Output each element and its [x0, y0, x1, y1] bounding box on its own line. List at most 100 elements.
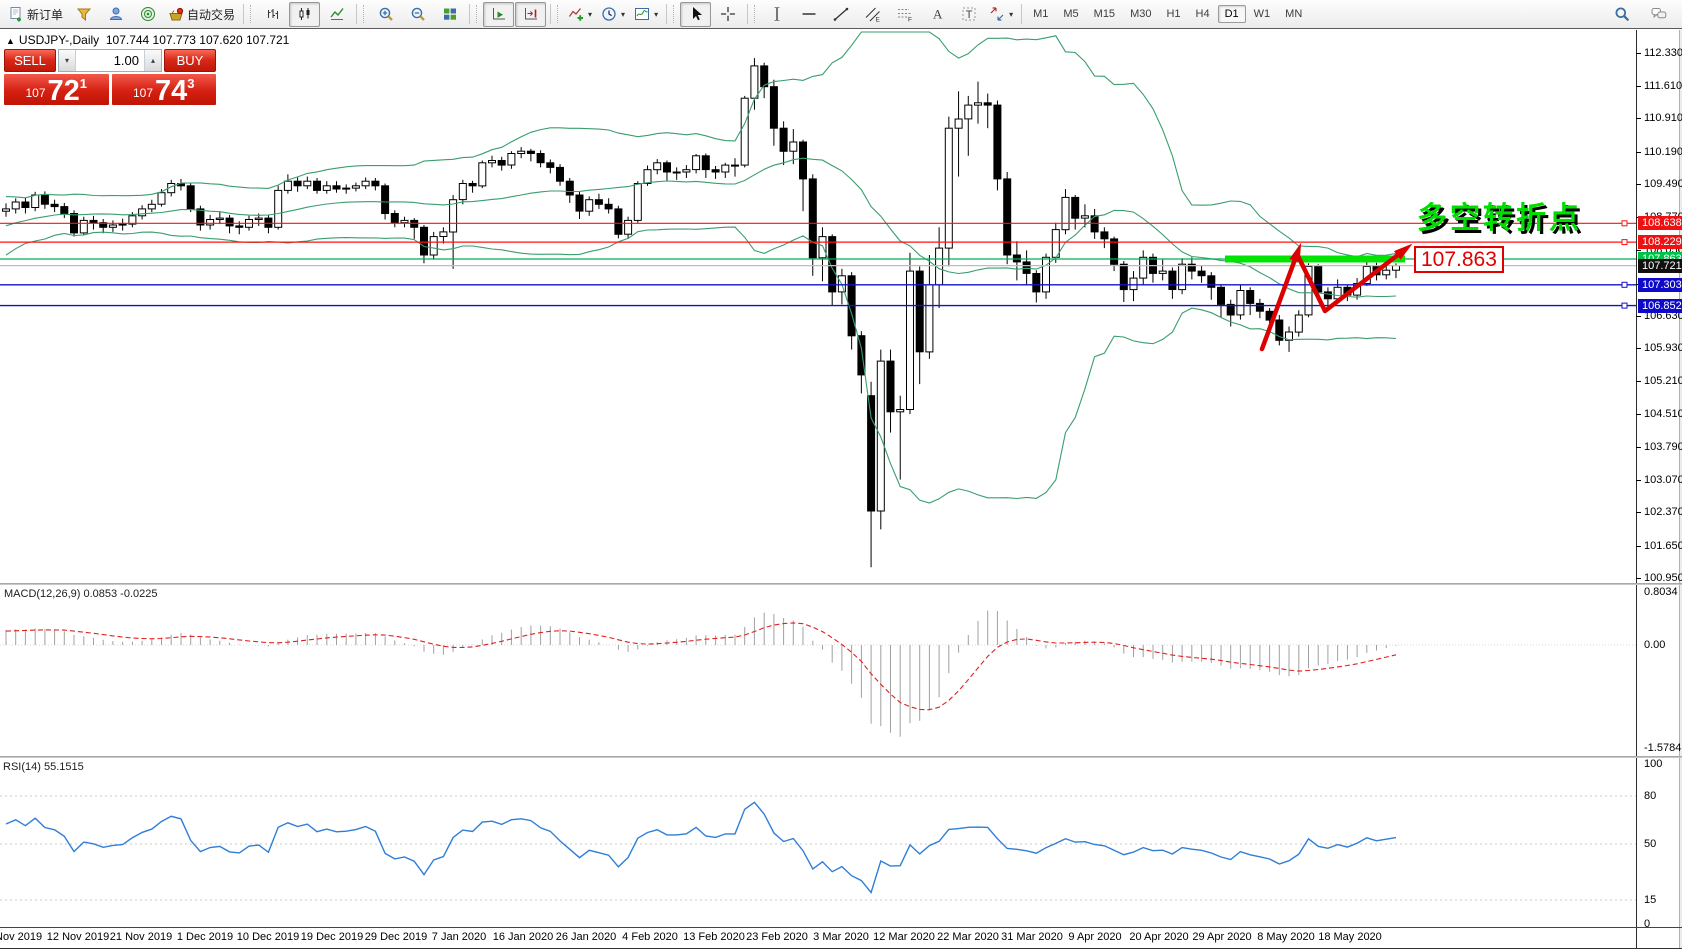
line-chart-icon [329, 6, 345, 22]
chevron-down-icon[interactable]: ▾ [621, 10, 625, 19]
trendline-button[interactable] [825, 2, 856, 27]
volume-increase-button[interactable]: ▴ [144, 50, 161, 71]
auto-trading-button[interactable]: 自动交易 [164, 2, 239, 27]
panel-splitter[interactable] [0, 583, 1682, 585]
arrows-icon [989, 6, 1005, 22]
timeframe-w1-button[interactable]: W1 [1247, 5, 1278, 23]
chart-shift-button[interactable] [515, 2, 546, 27]
price-tick-mark [1636, 53, 1641, 54]
chat-button[interactable] [1643, 2, 1674, 27]
date-tick-label: 21 Nov 2019 [110, 931, 172, 943]
line-chart-button[interactable] [321, 2, 352, 27]
tile-windows-button[interactable] [434, 2, 465, 27]
toolbar-separator [747, 4, 748, 24]
date-tick-label: 26 Jan 2020 [556, 931, 617, 943]
templates-button[interactable]: ▾ [630, 2, 662, 27]
price-tick-label: 102.370 [1644, 506, 1682, 518]
macd-panel-canvas[interactable] [0, 585, 1636, 756]
volume-value[interactable]: 1.00 [76, 50, 144, 71]
auto-trading-button-label: 自动交易 [187, 6, 235, 23]
clock-icon [601, 6, 617, 22]
price-tick-mark [1636, 480, 1641, 481]
basket-icon [168, 6, 184, 22]
sell-price-tile[interactable]: 107 72 1 [4, 74, 109, 105]
profile-button[interactable] [100, 2, 131, 27]
price-level-tag: 108.638 [1638, 216, 1682, 230]
date-tick-label: 29 Dec 2019 [365, 931, 427, 943]
news-button[interactable] [132, 2, 163, 27]
fibonacci-button[interactable]: F [889, 2, 920, 27]
label-button[interactable]: T [953, 2, 984, 27]
one-click-trading-panel: SELL ▾ 1.00 ▴ BUY 107 72 1 107 74 3 [4, 49, 216, 105]
chevron-down-icon[interactable]: ▾ [1009, 10, 1013, 19]
zoom-in-button[interactable] [370, 2, 401, 27]
price-chart-canvas[interactable] [0, 30, 1636, 583]
date-tick-label: 1 Dec 2019 [177, 931, 233, 943]
main-toolbar: 新订单 自动交易 ▾ ▾ ▾ E FA T ▾ M1M5M15M30H1H4D1W1MN [0, 0, 1682, 29]
cursor-button[interactable] [680, 2, 711, 27]
rsi-panel-canvas[interactable] [0, 758, 1636, 926]
text-a-icon: A [929, 6, 945, 22]
price-axis-line [1636, 30, 1637, 948]
timeframe-m15-button[interactable]: M15 [1087, 5, 1122, 23]
timeframe-mn-button[interactable]: MN [1278, 5, 1309, 23]
toolbar-separator [550, 4, 551, 24]
crosshair-button[interactable] [712, 2, 743, 27]
buy-button[interactable]: BUY [164, 49, 216, 72]
channel-button[interactable]: E [857, 2, 888, 27]
price-tick-label: 105.930 [1644, 342, 1682, 354]
alert-button[interactable] [68, 2, 99, 27]
timeframe-m1-button[interactable]: M1 [1026, 5, 1055, 23]
price-tick-label: 103.790 [1644, 441, 1682, 453]
time-axis-line [0, 927, 1682, 928]
toolbar-separator [356, 4, 357, 24]
toolbar-separator [243, 4, 244, 24]
macd-tick-label: -1.5784 [1644, 742, 1681, 754]
periods-button[interactable]: ▾ [597, 2, 629, 27]
timeframe-h4-button[interactable]: H4 [1189, 5, 1217, 23]
toolbar-grip [673, 5, 677, 23]
arrows-button[interactable]: ▾ [985, 2, 1017, 27]
bar-chart-button[interactable] [257, 2, 288, 27]
toolbar-grip [476, 5, 480, 23]
timeframe-m30-button[interactable]: M30 [1123, 5, 1158, 23]
panel-splitter[interactable] [0, 756, 1682, 758]
sell-button[interactable]: SELL [4, 49, 56, 72]
bars-icon [265, 6, 281, 22]
price-level-tag: 107.303 [1638, 278, 1682, 292]
vline-button[interactable] [761, 2, 792, 27]
price-tick-mark [1636, 316, 1641, 317]
price-level-tag: 108.229 [1638, 235, 1682, 249]
search-button[interactable] [1606, 2, 1637, 27]
trend-turning-point-annotation[interactable]: 多空转折点 [1417, 193, 1582, 237]
date-tick-label: 23 Feb 2020 [746, 931, 808, 943]
zoom-out-button[interactable] [402, 2, 433, 27]
timeframe-m5-button[interactable]: M5 [1056, 5, 1085, 23]
new-order-button[interactable]: 新订单 [4, 2, 67, 27]
price-tick-mark [1636, 414, 1641, 415]
svg-text:A: A [933, 7, 943, 22]
indicators-button[interactable]: ▾ [564, 2, 596, 27]
auto-scroll-button[interactable] [483, 2, 514, 27]
candle-chart-button[interactable] [289, 2, 320, 27]
buy-price-tile[interactable]: 107 74 3 [112, 74, 217, 105]
timeframe-h1-button[interactable]: H1 [1159, 5, 1187, 23]
person-icon [108, 6, 124, 22]
timeframe-d1-button[interactable]: D1 [1218, 5, 1246, 23]
price-level-tag: 107.721 [1638, 259, 1682, 273]
date-tick-label: 20 Apr 2020 [1129, 931, 1188, 943]
text-t-icon: T [961, 6, 977, 22]
hline-button[interactable] [793, 2, 824, 27]
chevron-down-icon[interactable]: ▾ [588, 10, 592, 19]
volume-decrease-button[interactable]: ▾ [59, 50, 76, 71]
text-button[interactable]: A [921, 2, 952, 27]
chart-collapse-icon[interactable]: ▲ [6, 36, 15, 46]
price-tick-mark [1636, 546, 1641, 547]
autoscroll-icon [491, 6, 507, 22]
macd-label: MACD(12,26,9) 0.0853 -0.0225 [4, 588, 158, 600]
sell-price-prefix: 107 [25, 86, 45, 100]
price-level-callout[interactable]: 107.863 [1414, 246, 1504, 273]
svg-text:E: E [875, 17, 880, 23]
chevron-down-icon[interactable]: ▾ [654, 10, 658, 19]
rsi-tick-label: 15 [1644, 894, 1656, 906]
